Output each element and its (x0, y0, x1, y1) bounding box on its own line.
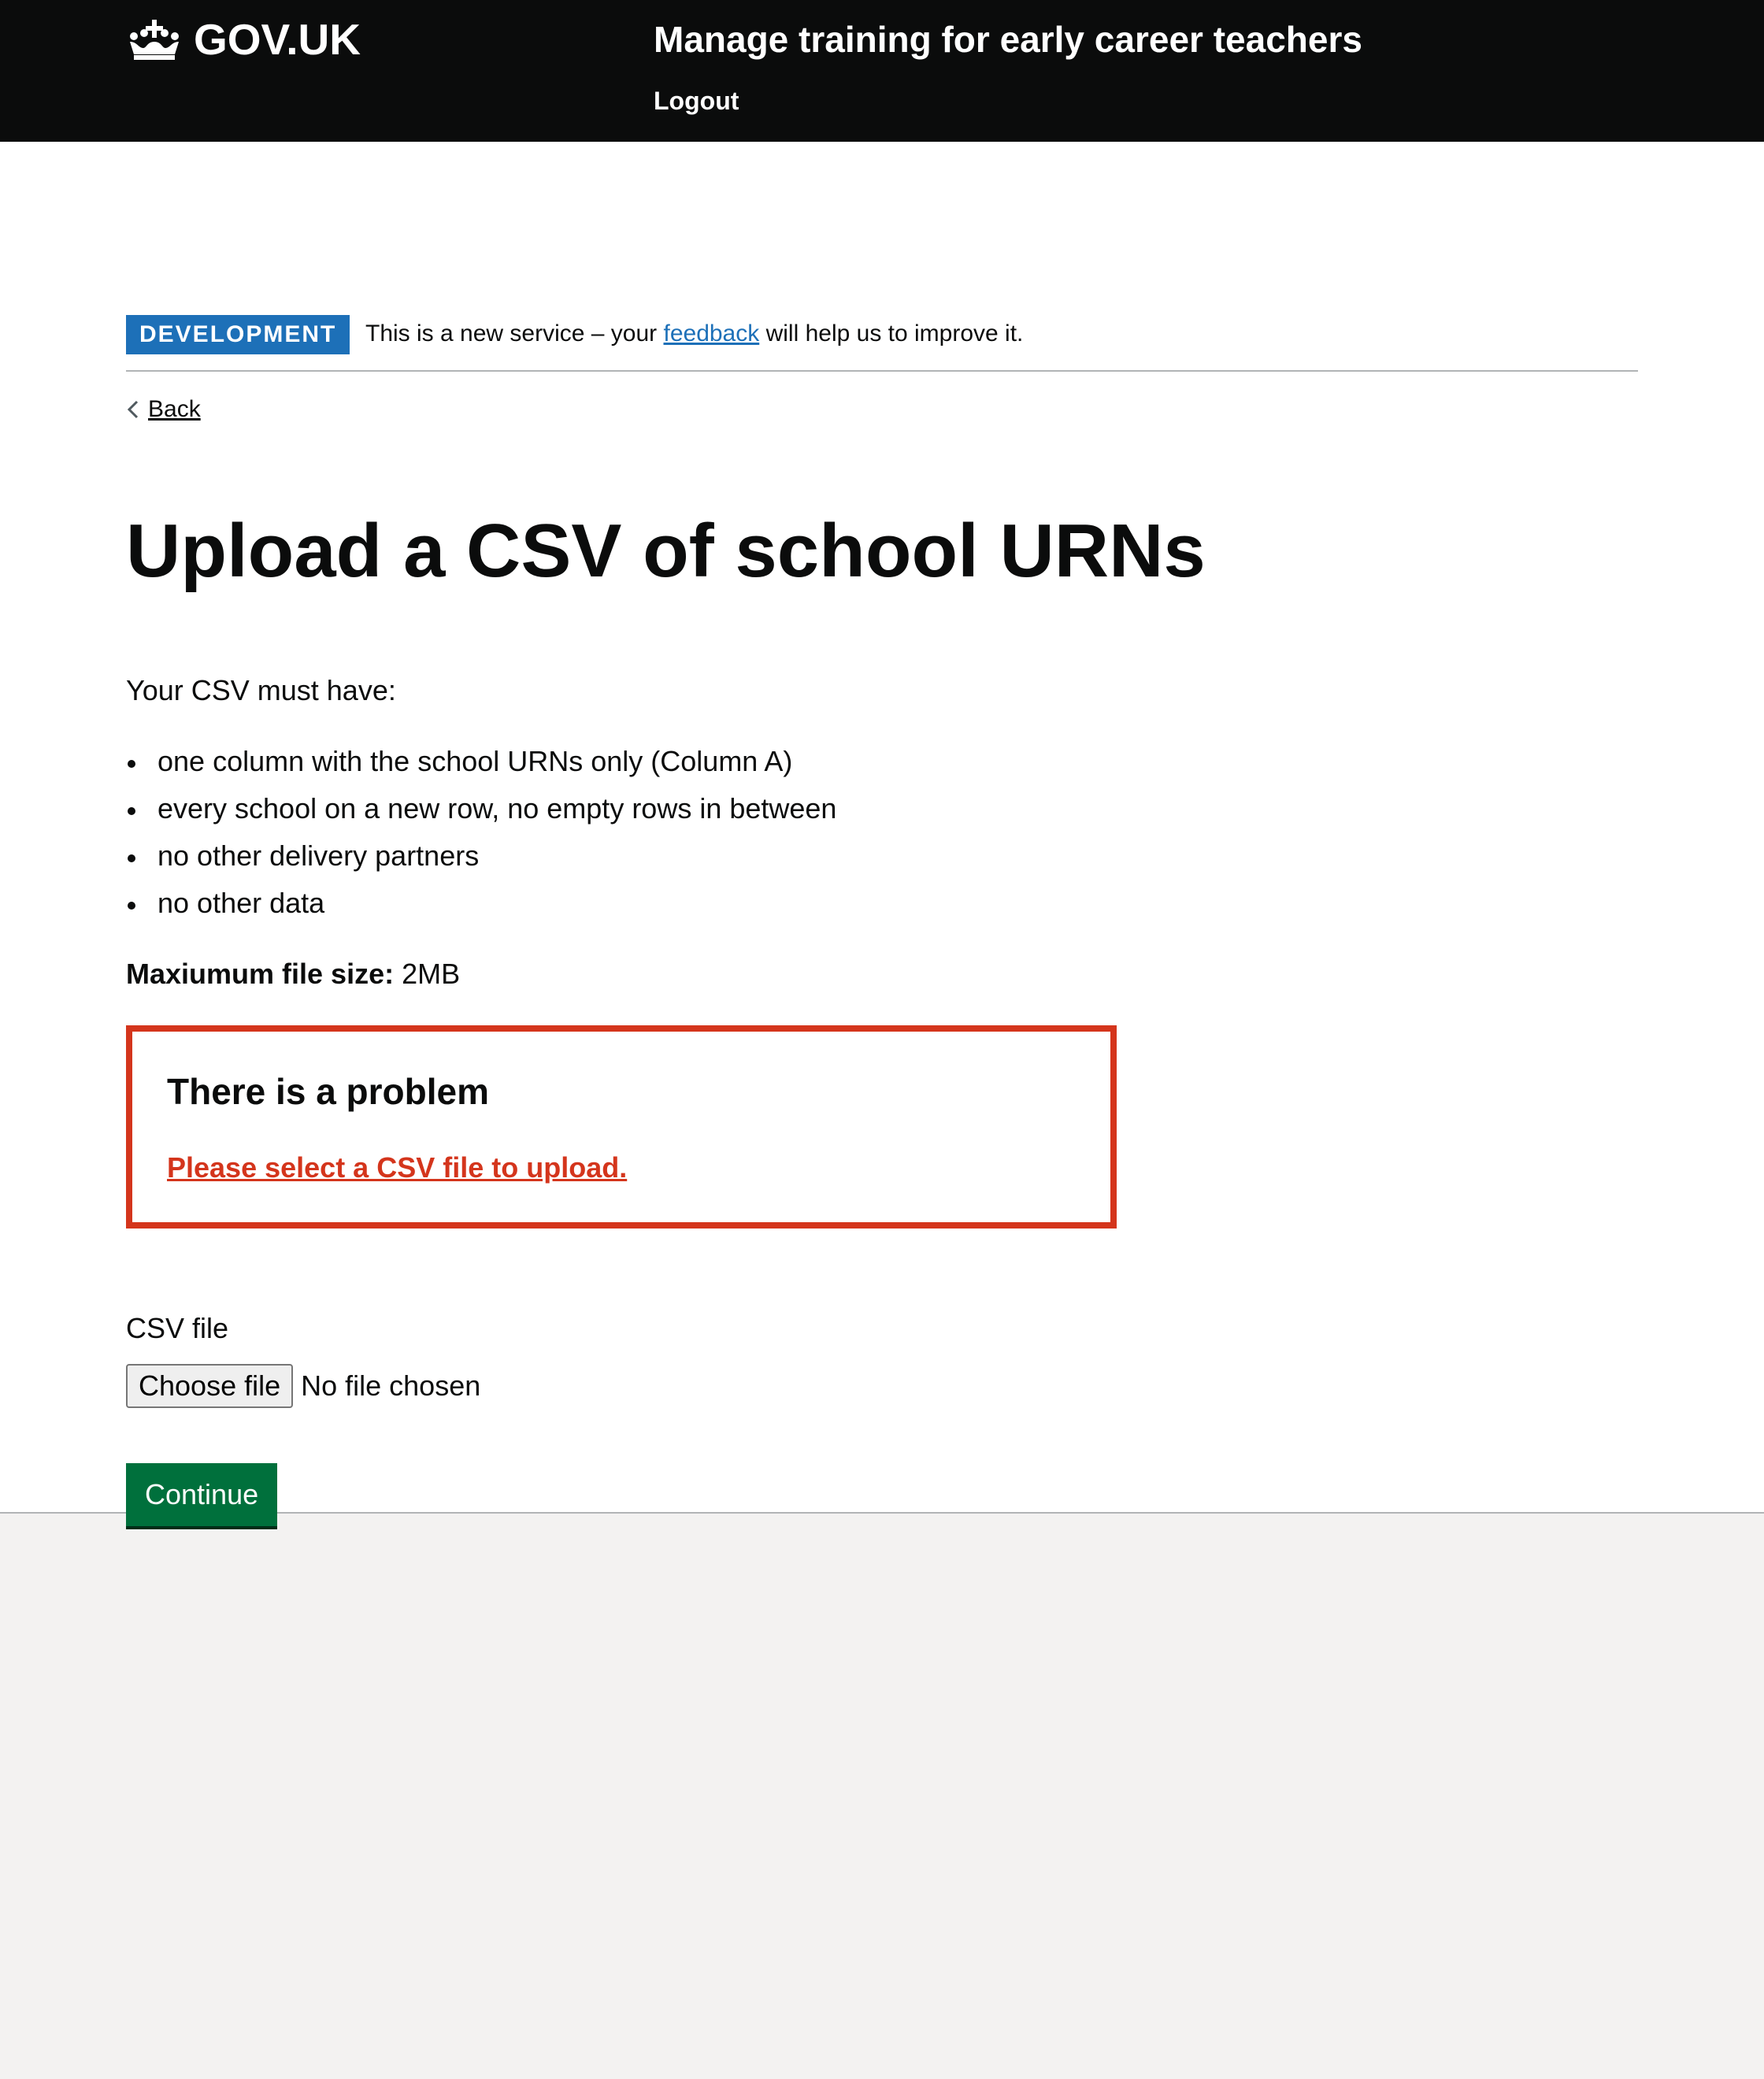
site-footer (0, 1514, 1764, 2079)
maximum-file-size-value: 2MB (394, 958, 461, 990)
chevron-left-icon (127, 400, 139, 419)
maximum-file-size-label: Maxiumum file size: (126, 958, 395, 990)
maximum-file-size: Maxiumum file size: 2MB (126, 953, 460, 995)
error-summary-title: There is a problem (167, 1071, 490, 1112)
site-header: GOV.UK Manage training for early career … (0, 0, 1764, 158)
logo-text: GOV.UK (194, 15, 361, 64)
requirement-item: every school on a new row, no empty rows… (126, 788, 836, 835)
phase-banner: DEVELOPMENT This is a new service – your… (126, 315, 1638, 372)
csv-requirements-intro: Your CSV must have: (126, 674, 396, 706)
requirement-item: no other data (126, 882, 836, 929)
phase-tag: DEVELOPMENT (126, 315, 350, 354)
csv-file-error-link[interactable]: Please select a CSV file to upload. (167, 1147, 627, 1189)
phase-text-before: This is a new service – your (365, 321, 664, 346)
csv-requirements-list: one column with the school URNs only (Co… (126, 740, 836, 929)
logout-link[interactable]: Logout (654, 83, 739, 118)
csv-file-input[interactable]: Choose file No file chosen (126, 1364, 480, 1408)
csv-file-label: CSV file (126, 1312, 229, 1344)
feedback-link[interactable]: feedback (663, 321, 759, 346)
file-selection-status: No file chosen (301, 1369, 481, 1402)
continue-button[interactable]: Continue (126, 1463, 278, 1526)
service-name-link[interactable]: Manage training for early career teacher… (654, 14, 1362, 65)
error-summary: There is a problem Please select a CSV f… (126, 1025, 1117, 1228)
phase-text-after: will help us to improve it. (759, 321, 1024, 346)
requirement-item: one column with the school URNs only (Co… (126, 740, 836, 788)
back-link-label: Back (148, 396, 201, 422)
crown-icon (130, 20, 179, 60)
requirement-item: no other delivery partners (126, 835, 836, 882)
choose-file-button[interactable]: Choose file (126, 1364, 294, 1408)
page-title: Upload a CSV of school URNs (126, 509, 1206, 593)
main-content: DEVELOPMENT This is a new service – your… (0, 142, 1764, 1526)
back-link[interactable]: Back (126, 392, 201, 427)
header-container: GOV.UK Manage training for early career … (126, 0, 1638, 142)
phase-message: This is a new service – your feedback wi… (365, 318, 1023, 350)
gov-uk-logo-link[interactable]: GOV.UK (126, 14, 361, 65)
